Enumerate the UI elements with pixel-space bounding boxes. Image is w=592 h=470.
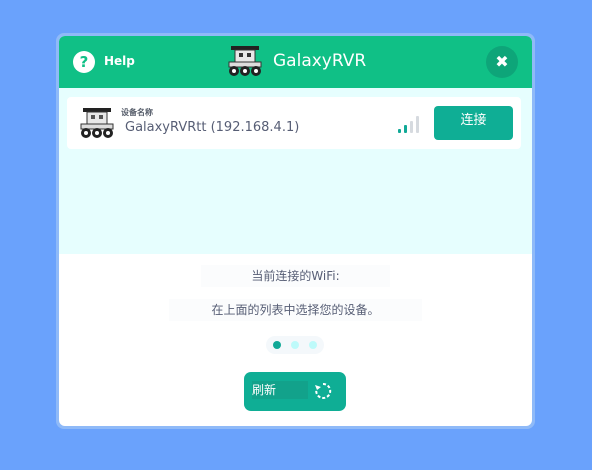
device-list-item[interactable]: 设备名称 GalaxyRVRtt (192.168.4.1) 连接: [67, 97, 521, 149]
close-icon: ✖: [495, 52, 509, 71]
help-label[interactable]: Help: [104, 54, 135, 68]
pagination-dots: [266, 336, 324, 354]
pagination-dot-active[interactable]: [273, 341, 281, 349]
current-wifi-label: 当前连接的WiFi:: [201, 265, 390, 287]
pagination-dot[interactable]: [309, 341, 317, 349]
connect-button[interactable]: 连接: [434, 106, 513, 140]
refresh-label: 刷新: [252, 381, 308, 399]
pagination-dot[interactable]: [291, 341, 299, 349]
connection-dialog: ? Help GalaxyRVR ✖ 设备名称 GalaxyRVRtt (192…: [56, 33, 535, 429]
dialog-title: GalaxyRVR: [273, 51, 367, 71]
rover-logo-icon: [228, 46, 262, 76]
wifi-signal-icon: [398, 116, 419, 133]
dialog-header: ? Help GalaxyRVR ✖: [59, 36, 532, 88]
refresh-button[interactable]: 刷新: [244, 372, 346, 411]
refresh-icon: [315, 382, 332, 399]
device-name: GalaxyRVRtt (192.168.4.1): [125, 120, 300, 135]
dialog-body: ? Help GalaxyRVR ✖ 设备名称 GalaxyRVRtt (192…: [59, 36, 532, 426]
device-list: 设备名称 GalaxyRVRtt (192.168.4.1) 连接: [59, 88, 532, 254]
select-device-hint: 在上面的列表中选择您的设备。: [169, 299, 422, 321]
rover-device-icon: [80, 108, 114, 138]
device-name-caption: 设备名称: [121, 108, 153, 117]
close-button[interactable]: ✖: [486, 46, 518, 78]
help-icon[interactable]: ?: [73, 51, 95, 73]
